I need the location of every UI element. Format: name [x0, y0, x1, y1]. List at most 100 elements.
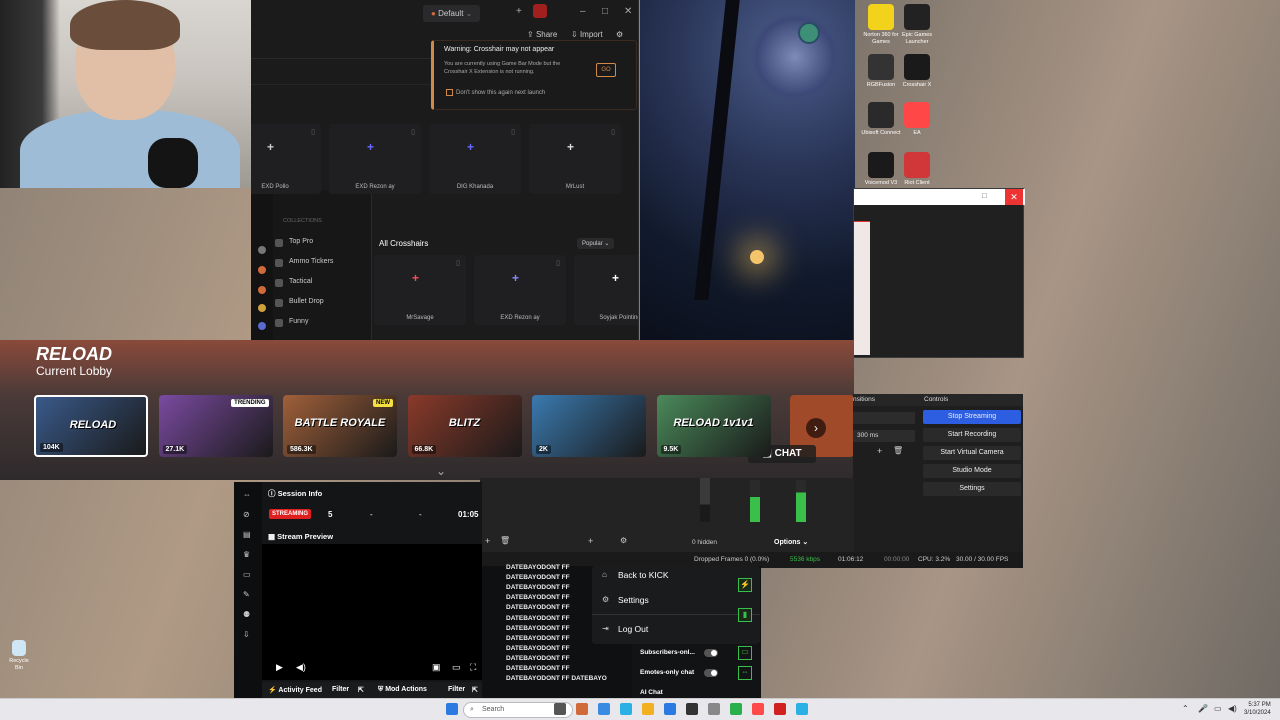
crosshair-card[interactable]: + ▯ EXD Pollo	[251, 124, 321, 194]
duration-input[interactable]: 300 ms	[853, 430, 915, 442]
profile-icon[interactable]	[258, 304, 266, 312]
trash-icon[interactable]: 🗑	[893, 446, 903, 455]
game-tile[interactable]: TRENDING 27.1K	[158, 395, 273, 457]
nav-item-bullet-drop[interactable]: Bullet Drop	[289, 298, 324, 305]
game-tile[interactable]: BLITZ 66.8K	[407, 395, 522, 457]
network-icon[interactable]: ▭	[1214, 704, 1222, 713]
share-button[interactable]: ⇪ Share	[527, 30, 557, 39]
maximize-button[interactable]: □	[602, 6, 608, 17]
bookmark-icon[interactable]: ▯	[556, 259, 560, 267]
stream-preview-player[interactable]: ▶ ◀) ▣ ▭ ⛶	[262, 544, 482, 680]
taskbar-app-icon[interactable]	[598, 703, 610, 715]
nav-item-ammo-tickers[interactable]: Ammo Tickers	[289, 258, 333, 265]
layout-icon[interactable]: ▤	[243, 530, 253, 540]
game-tile[interactable]: RELOAD 104K	[34, 395, 148, 457]
chevron-up-icon[interactable]: ⌃	[1182, 704, 1189, 713]
chevron-right-icon[interactable]: ›	[806, 418, 826, 438]
chat-icon[interactable]: ▭	[738, 646, 752, 660]
log-out-item[interactable]: Log Out	[618, 624, 648, 634]
transition-select[interactable]	[853, 412, 915, 424]
crosshair-toggle-button[interactable]	[533, 4, 547, 18]
monitor-icon[interactable]: ▭	[243, 570, 253, 580]
obs-button-settings[interactable]: Settings	[923, 482, 1021, 496]
crosshair-card[interactable]: + ▯ MrSavage	[374, 255, 466, 325]
bookmark-icon[interactable]: ▯	[411, 128, 415, 136]
lightning-icon[interactable]: ⚡	[738, 578, 752, 592]
nav-item-top-pro[interactable]: Top Pro	[289, 238, 313, 245]
add-icon[interactable]: +	[516, 6, 522, 17]
nav-item-tactical[interactable]: Tactical	[289, 278, 312, 285]
taskbar-app-icon[interactable]	[796, 703, 808, 715]
filter-button[interactable]: Filter	[448, 686, 465, 693]
settings-item[interactable]: Settings	[618, 595, 649, 605]
taskbar-app-icon[interactable]	[576, 703, 588, 715]
pip-icon[interactable]: ▣	[432, 662, 441, 673]
settings-icon[interactable]: ⚙	[616, 30, 623, 39]
taskbar-app-icon[interactable]	[686, 703, 698, 715]
close-button[interactable]: ✕	[624, 6, 632, 17]
dont-show-checkbox[interactable]: Don't show this again next launch	[446, 89, 545, 96]
mod-actions-tab[interactable]: ⛨ Mod Actions	[378, 686, 427, 694]
start-icon[interactable]	[446, 703, 458, 715]
bookmark-icon[interactable]: ▯	[511, 128, 515, 136]
nav-item-funny[interactable]: Funny	[289, 318, 308, 325]
popout-icon[interactable]: ⇱	[472, 686, 478, 694]
profile-selector[interactable]: ● Default ⌄	[423, 5, 481, 22]
minimize-button[interactable]: –	[580, 6, 586, 17]
crosshair-card[interactable]: + ▯ EXD Rezon ay	[474, 255, 566, 325]
crosshair-card[interactable]: +▯Soyjak Pointing	[574, 255, 638, 325]
desktop-icon-epic-games-launcher[interactable]: Epic Games Launcher	[896, 4, 938, 46]
options-button[interactable]: Options ⌄	[774, 538, 808, 546]
play-icon[interactable]: ▶	[276, 662, 283, 673]
bookmark-icon[interactable]: ▯	[311, 128, 315, 136]
activity-feed-tab[interactable]: ⚡ Activity Feed	[268, 686, 322, 694]
obs-button-stop-streaming[interactable]: Stop Streaming	[923, 410, 1021, 424]
maximize-button[interactable]: □	[982, 191, 987, 200]
add-icon[interactable]: +	[588, 536, 593, 546]
desktop-icon-ea[interactable]: EA	[896, 102, 938, 137]
chat-icon[interactable]: ▮	[738, 608, 752, 622]
taskbar-app-icon[interactable]	[642, 703, 654, 715]
taskbar-app-icon[interactable]	[752, 703, 764, 715]
go-button[interactable]: GO	[596, 63, 616, 77]
download-icon[interactable]: ⇩	[243, 630, 253, 640]
game-tile[interactable]: 2K	[532, 395, 646, 457]
game-tile[interactable]: BATTLE ROYALE NEW 586.3K	[283, 395, 397, 457]
subscribers-only-toggle[interactable]	[704, 649, 718, 657]
taskbar-app-icon[interactable]	[730, 703, 742, 715]
fullscreen-icon[interactable]: ⛶	[470, 662, 476, 673]
recycle-bin-icon[interactable]: Recycle Bin	[6, 640, 32, 672]
emotes-only-toggle[interactable]	[704, 669, 718, 677]
add-icon[interactable]: +	[485, 536, 490, 546]
import-button[interactable]: ⇩ Import	[571, 30, 603, 39]
gear-icon[interactable]: ⚙	[620, 536, 627, 545]
trash-icon[interactable]: 🗑	[500, 536, 510, 545]
bookmark-icon[interactable]: ▯	[611, 128, 615, 136]
game-tile[interactable]: RELOAD 1v1v1 9.5K	[656, 395, 771, 457]
swap-icon[interactable]: ⇔	[738, 666, 752, 680]
desktop-icon-crosshair-x[interactable]: Crosshair X	[896, 54, 938, 89]
crosshair-card[interactable]: + ▯ DIG Khanada	[429, 124, 521, 194]
obs-button-studio-mode[interactable]: Studio Mode	[923, 464, 1021, 478]
store-icon[interactable]	[258, 286, 266, 294]
popout-icon[interactable]: ⇱	[358, 686, 364, 694]
crosshair-card[interactable]: + ▯ EXD Rezon ay	[329, 124, 421, 194]
add-icon[interactable]: +	[877, 446, 882, 456]
back-to-kick-item[interactable]: Back to KICK	[618, 570, 669, 580]
avatar[interactable]	[798, 22, 820, 44]
stream-icon[interactable]: ⇔	[243, 490, 253, 500]
volume-icon[interactable]: ◀)	[296, 662, 306, 673]
mic-icon[interactable]: 🎤	[1198, 704, 1208, 713]
chevron-down-icon[interactable]: ⌄	[436, 464, 446, 478]
crosshair-icon[interactable]	[258, 266, 266, 274]
volume-icon[interactable]: ◀)	[1228, 704, 1237, 713]
obs-button-start-virtual-camera[interactable]: Start Virtual Camera	[923, 446, 1021, 460]
taskbar-app-icon[interactable]	[708, 703, 720, 715]
taskbar-app-icon[interactable]	[664, 703, 676, 715]
obs-button-start-recording[interactable]: Start Recording	[923, 428, 1021, 442]
gear-icon[interactable]	[258, 246, 266, 254]
link-icon[interactable]: ⊘	[243, 510, 253, 520]
sort-dropdown[interactable]: Popular ⌄	[577, 238, 615, 249]
filter-button[interactable]: Filter	[332, 686, 349, 693]
crosshair-card[interactable]: + ▯ MrLust	[529, 124, 621, 194]
